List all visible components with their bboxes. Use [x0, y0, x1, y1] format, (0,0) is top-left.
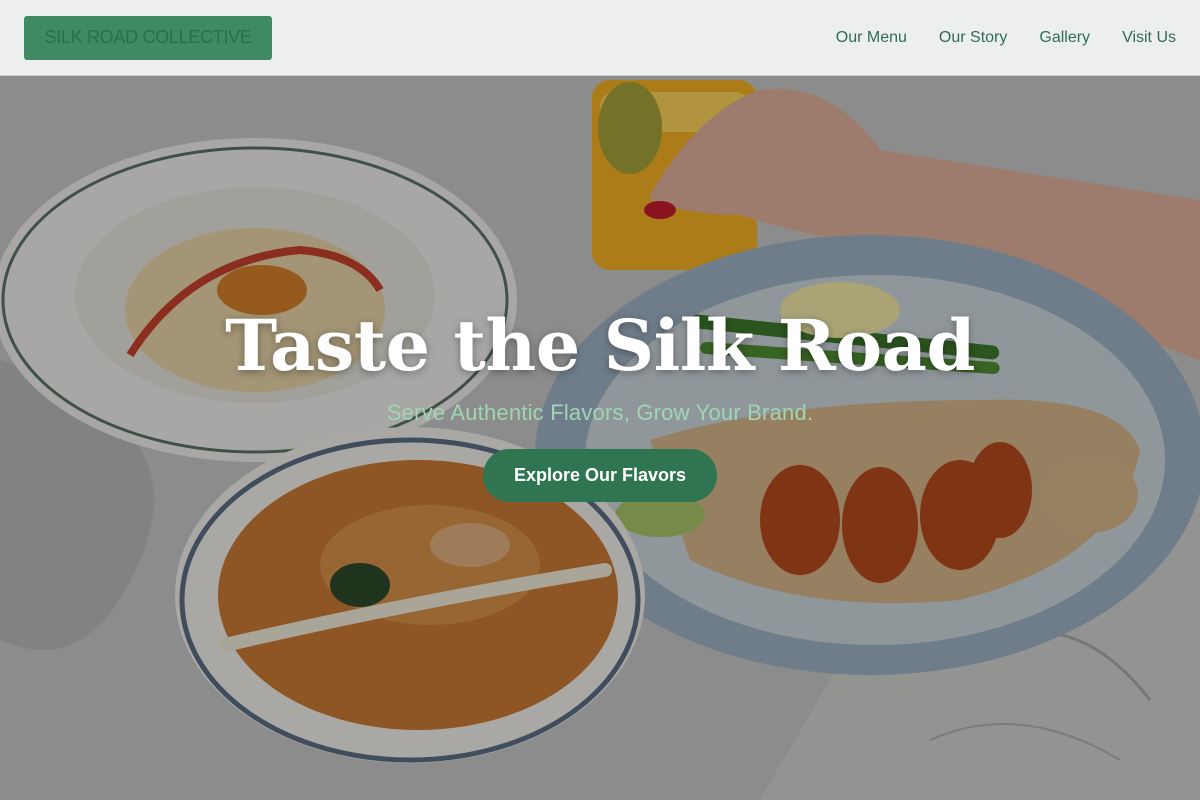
hero-headline: Taste the Silk Road: [225, 304, 975, 387]
nav-link-our-menu[interactable]: Our Menu: [836, 29, 907, 47]
nav-link-our-story[interactable]: Our Story: [939, 29, 1007, 47]
nav-link-gallery[interactable]: Gallery: [1039, 29, 1090, 47]
nav-link-visit-us[interactable]: Visit Us: [1122, 29, 1176, 47]
main-nav: Our Menu Our Story Gallery Visit Us: [836, 29, 1176, 47]
brand-name: SILK ROAD COLLECTIVE: [44, 27, 252, 47]
explore-flavors-button[interactable]: Explore Our Flavors: [483, 449, 717, 502]
brand-logo[interactable]: SILK ROAD COLLECTIVE: [24, 15, 272, 60]
top-navbar: SILK ROAD COLLECTIVE Our Menu Our Story …: [0, 0, 1200, 76]
hero-subheadline: Serve Authentic Flavors, Grow Your Brand…: [386, 400, 814, 425]
